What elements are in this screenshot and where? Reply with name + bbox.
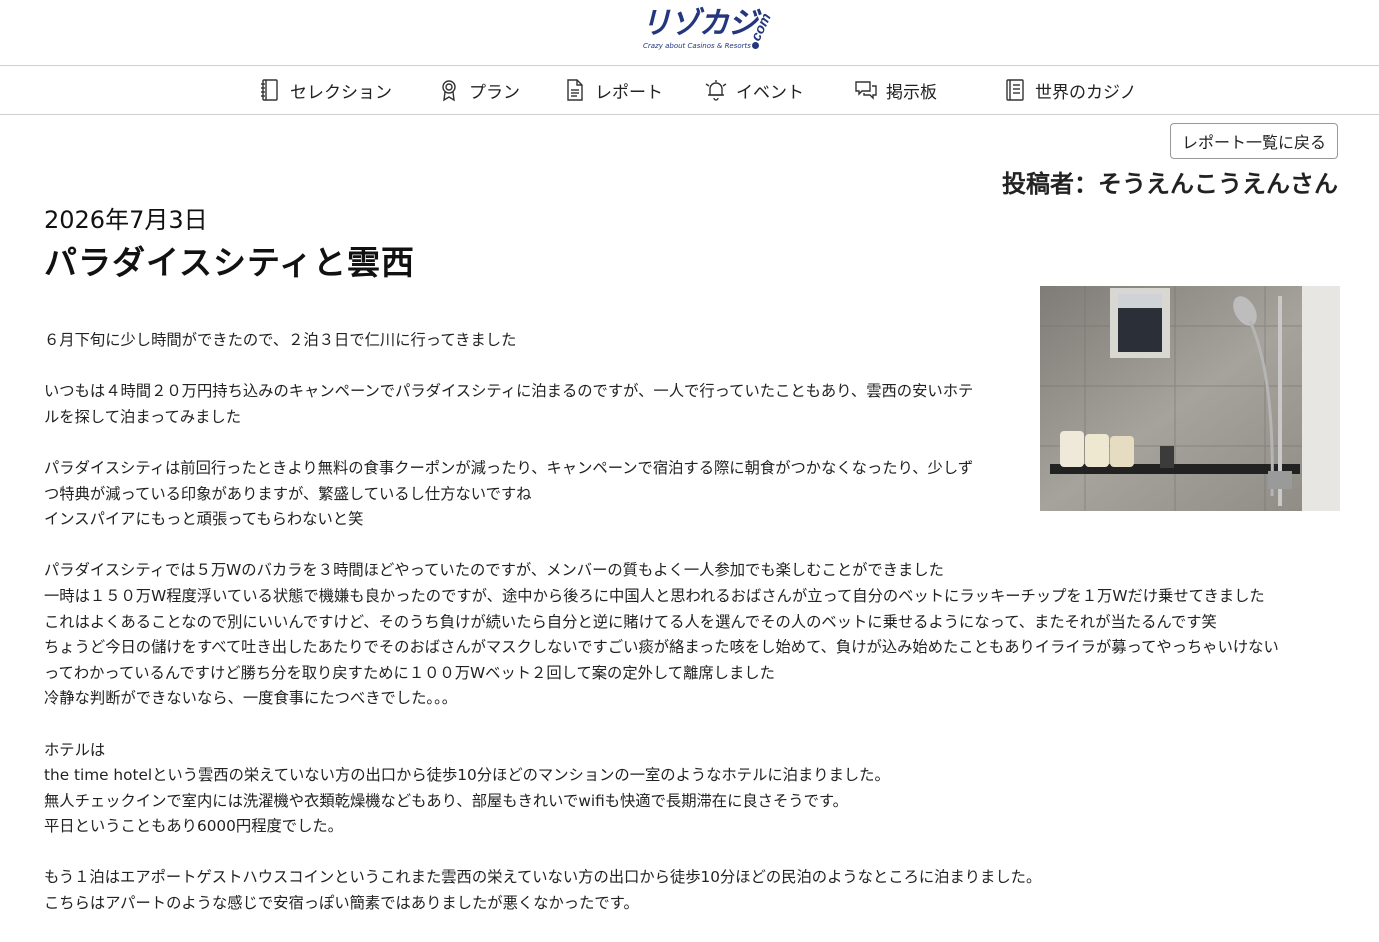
back-to-report-list-button[interactable]: レポート一覧に戻る (1170, 123, 1338, 159)
paragraph: もう１泊はエアポートゲストハウスコインというこれまた雲西の栄えていない方の出口か… (44, 865, 1344, 916)
text-line: もう１泊はエアポートゲストハウスコインというこれまた雲西の栄えていない方の出口か… (44, 868, 1042, 887)
paragraph: ６月下旬に少し時間ができたので、２泊３日で仁川に行ってきました (44, 328, 1344, 354)
text-line: ってわかっているんですけど勝ち分を取り戻すために１００万Wベット２回して案の定外… (44, 663, 775, 682)
text-line: パラダイスシティでは５万Wのバカラを３時間ほどやっていたのですが、メンバーの質も… (44, 561, 944, 580)
paragraph: ホテルは the time hotelという雲西の栄えていない方の出口から徒歩1… (44, 738, 1344, 840)
text-line: これはよくあることなので別にいいんですけど、そのうち負けが続いたら自分と逆に賭け… (44, 612, 1217, 631)
text-line: こちらはアパートのような感じで安宿っぽい簡素ではありましたが悪くなかったです。 (44, 894, 639, 913)
svg-text:com: com (753, 10, 774, 43)
notebook-icon (1006, 79, 1024, 101)
logo-domain-mark: com (753, 10, 774, 43)
main-nav: セレクション プラン レポート イベント 掲示板 世界のカジノ (0, 66, 1379, 115)
nav-item-event[interactable]: イベント (704, 66, 804, 114)
logo-text: リゾカジ (641, 6, 758, 41)
nav-item-report[interactable]: レポート (563, 66, 663, 114)
paragraph: パラダイスシティは前回行ったときより無料の食事クーポンが減ったり、キャンペーンで… (44, 456, 1344, 533)
article-body: ６月下旬に少し時間ができたので、２泊３日で仁川に行ってきました いつもは４時間２… (44, 328, 1344, 942)
text-line: ６月下旬に少し時間ができたので、２泊３日で仁川に行ってきました (44, 331, 517, 349)
paragraph: いつもは４時間２０万円持ち込みのキャンペーンでパラダイスシティに泊まるのですが、… (44, 379, 1344, 430)
text-line: 無人チェックインで室内には洗濯機や衣類乾燥機などもあり、部屋もきれいでwifiも… (44, 791, 848, 810)
text-line: the time hotelという雲西の栄えていない方の出口から徒歩10分ほどの… (44, 766, 890, 785)
site-logo[interactable]: リゾカジ com Crazy about Casinos & Resorts (641, 6, 781, 56)
nav-item-selection[interactable]: セレクション (258, 66, 392, 114)
page-title: パラダイスシティと雲西 (44, 243, 416, 282)
book-icon (261, 79, 278, 101)
text-line: ホテルは (44, 740, 106, 759)
nav-label: レポート (595, 82, 663, 103)
chat-icon (855, 81, 877, 100)
text-line: つ特典が減っている印象がありますが、繁盛しているし仕方ないですね (44, 484, 532, 503)
bell-icon (705, 80, 727, 101)
nav-label: 掲示板 (886, 82, 937, 103)
text-line: インスパイアにもっと頑張ってもらわないと笑 (44, 510, 364, 529)
logo-dot (752, 42, 759, 49)
text-line: 冷静な判断ができないなら、一度食事にたつべきでした。。。 (44, 689, 458, 708)
author-name: 投稿者：そうえんこうえんさん (1002, 170, 1338, 198)
text-line: 平日ということもあり6000円程度でした。 (44, 817, 343, 836)
nav-label: セレクション (290, 82, 392, 103)
text-line: ちょうど今日の儲けをすべて吐き出したあたりでそのおばさんがマスクしないですごい痰… (44, 638, 1279, 657)
logo-tagline: Crazy about Casinos & Resorts (643, 42, 751, 50)
text-line: いつもは４時間２０万円持ち込みのキャンペーンでパラダイスシティに泊まるのですが、… (44, 382, 974, 401)
post-date: 2026年7月3日 (44, 206, 208, 234)
text-line: パラダイスシティは前回行ったときより無料の食事クーポンが減ったり、キャンペーンで… (44, 458, 974, 477)
document-icon (567, 79, 583, 101)
badge-icon (442, 80, 456, 102)
nav-item-world-casino[interactable]: 世界のカジノ (1003, 66, 1137, 114)
nav-item-plan[interactable]: プラン (437, 66, 520, 114)
text-line: 一時は１５０万W程度浮いている状態で機嫌も良かったのですが、途中から後ろに中国人… (44, 586, 1265, 605)
nav-label: 世界のカジノ (1035, 82, 1137, 103)
site-header: リゾカジ com Crazy about Casinos & Resorts (0, 0, 1379, 66)
nav-item-board[interactable]: 掲示板 (854, 66, 937, 114)
nav-label: プラン (469, 82, 520, 103)
paragraph: パラダイスシティでは５万Wのバカラを３時間ほどやっていたのですが、メンバーの質も… (44, 558, 1344, 712)
text-line: ルを探して泊まってみました (44, 407, 242, 426)
nav-label: イベント (736, 82, 804, 103)
